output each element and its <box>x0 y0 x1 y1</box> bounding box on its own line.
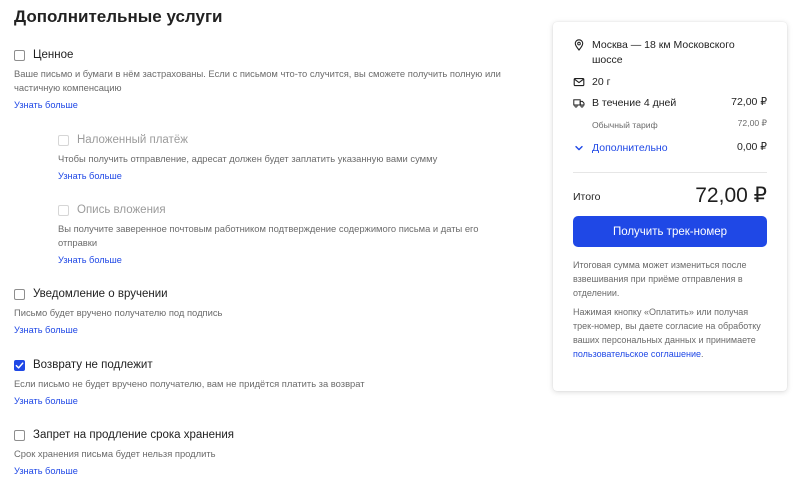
delivery-notice-description: Письмо будет вручено получателю под подп… <box>14 307 223 318</box>
no-extension-learn-more-link[interactable]: Узнать больше <box>14 466 78 476</box>
extra-services-price: 0,00 ₽ <box>736 141 767 153</box>
option-inventory: Опись вложения Вы получите заверенное по… <box>58 201 508 268</box>
get-tracking-number-button[interactable]: Получить трек-номер <box>573 216 767 247</box>
cod-description: Чтобы получить отправление, адресат долж… <box>58 153 438 164</box>
user-agreement-link[interactable]: пользовательское соглашение <box>573 349 701 359</box>
weight-disclaimer: Итоговая сумма может измениться после вз… <box>573 260 747 298</box>
option-valuable: Ценное Ваше письмо и бумаги в нём застра… <box>14 46 514 113</box>
extra-services-toggle[interactable]: Дополнительно 0,00 ₽ <box>573 141 767 156</box>
delivery-row: В течение 4 дней 72,00 ₽ <box>573 96 767 111</box>
delivery-time-text: В течение 4 дней <box>592 97 677 109</box>
no-return-checkbox[interactable] <box>14 359 25 371</box>
valuable-learn-more-link[interactable]: Узнать больше <box>14 100 78 110</box>
consent-note: Нажимая кнопку «Оплатить» или получая тр… <box>573 305 769 361</box>
no-extension-label[interactable]: Запрет на продление срока хранения <box>33 429 234 441</box>
route-row: Москва — 18 км Московского шоссе <box>573 38 767 68</box>
cod-learn-more-link[interactable]: Узнать больше <box>58 171 122 181</box>
no-return-learn-more-link[interactable]: Узнать больше <box>14 396 78 406</box>
option-cod: Наложенный платёж Чтобы получить отправл… <box>58 131 558 184</box>
route-text: Москва — 18 км Московского шоссе <box>592 39 735 66</box>
delivery-notice-checkbox[interactable] <box>14 288 25 300</box>
valuable-label[interactable]: Ценное <box>33 49 73 61</box>
no-return-description: Если письмо не будет вручено получателю,… <box>14 378 365 389</box>
consent-end: . <box>701 349 704 359</box>
inventory-description: Вы получите заверенное почтовым работник… <box>58 223 479 248</box>
total-value: 72,00 ₽ <box>695 184 767 207</box>
delivery-notice-learn-more-link[interactable]: Узнать больше <box>14 325 78 335</box>
divider <box>573 172 767 173</box>
cod-label: Наложенный платёж <box>77 134 188 146</box>
delivery-notice-label[interactable]: Уведомление о вручении <box>33 288 168 300</box>
no-extension-checkbox[interactable] <box>14 429 25 441</box>
location-pin-icon <box>574 39 584 51</box>
valuable-description: Ваше письмо и бумаги в нём застрахованы.… <box>14 68 501 93</box>
no-extension-description: Срок хранения письма будет нельзя продли… <box>14 448 216 459</box>
valuable-checkbox[interactable] <box>14 49 25 61</box>
total-label: Итого <box>573 191 601 203</box>
tariff-price: 72,00 ₽ <box>737 118 767 128</box>
checkmark-icon <box>15 361 24 369</box>
order-summary-card: Москва — 18 км Московского шоссе 20 г В … <box>553 22 787 391</box>
inventory-checkbox[interactable] <box>58 204 69 216</box>
envelope-icon <box>573 78 585 87</box>
tariff-row: Обычный тариф 72,00 ₽ <box>592 118 767 133</box>
weight-text: 20 г <box>592 76 611 88</box>
no-return-label[interactable]: Возврату не подлежит <box>33 359 153 371</box>
cod-checkbox[interactable] <box>58 134 69 146</box>
option-no-extension: Запрет на продление срока хранения Срок … <box>14 426 514 479</box>
inventory-learn-more-link[interactable]: Узнать больше <box>58 255 122 265</box>
inventory-label: Опись вложения <box>77 204 166 216</box>
chevron-down-icon <box>575 145 583 151</box>
weight-row: 20 г <box>573 75 767 90</box>
delivery-price: 72,00 ₽ <box>731 96 767 108</box>
extra-services-label[interactable]: Дополнительно <box>592 141 737 156</box>
consent-text: Нажимая кнопку «Оплатить» или получая тр… <box>573 307 761 345</box>
option-delivery-notice: Уведомление о вручении Письмо будет вруч… <box>14 285 514 338</box>
option-no-return: Возврату не подлежит Если письмо не буде… <box>14 356 514 409</box>
page-title: Дополнительные услуги <box>14 7 223 26</box>
tariff-label: Обычный тариф <box>592 120 658 130</box>
truck-icon <box>573 99 585 108</box>
